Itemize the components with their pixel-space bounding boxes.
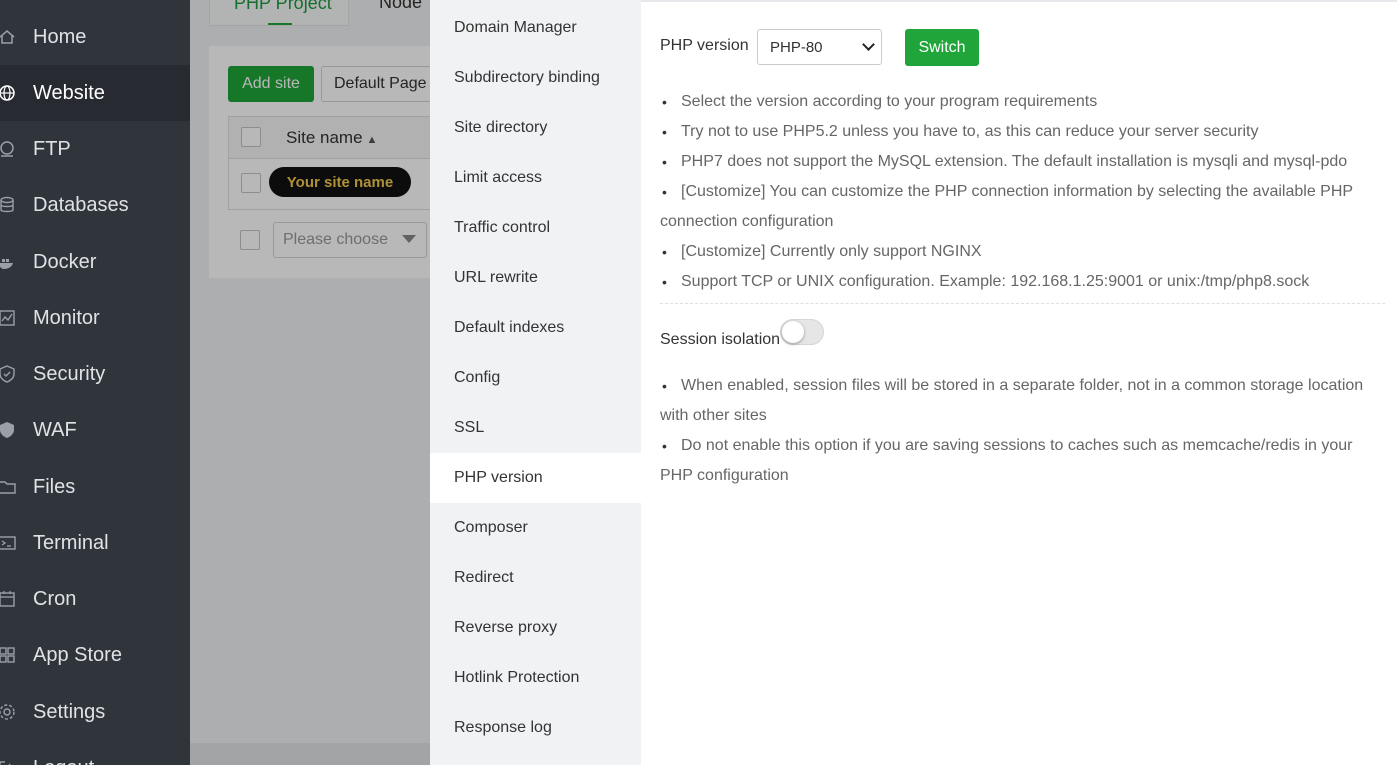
monitor-icon [0,307,18,329]
sidebar-item-website[interactable]: Website [0,65,190,121]
database-icon [0,194,18,216]
menu-item-redirect[interactable]: Redirect [430,553,641,603]
globe-icon [0,82,18,104]
sidebar-item-label: Monitor [33,306,100,329]
docker-icon [0,251,18,273]
sidebar-item-label: Files [33,475,76,498]
gear-icon [0,701,18,723]
menu-item-subdirectory-binding[interactable]: Subdirectory binding [430,53,641,103]
terminal-icon [0,532,18,554]
sidebar-item-label: Terminal [33,531,109,554]
sidebar-item-databases[interactable]: Databases [0,177,190,233]
sidebar-item-home[interactable]: Home [0,9,190,65]
menu-item-traffic-control[interactable]: Traffic control [430,203,641,253]
sidebar-item-label: FTP [33,137,71,160]
sidebar-item-label: WAF [33,418,77,441]
sidebar-item-label: Security [33,362,106,385]
sidebar-item-label: Docker [33,250,97,273]
sidebar-item-label: Settings [33,700,106,723]
sidebar-item-label: App Store [33,643,122,666]
ftp-icon [0,138,18,160]
session-isolation-toggle[interactable] [780,319,824,345]
menu-item-response-log[interactable]: Response log [430,703,641,753]
sidebar-item-app-store[interactable]: App Store [0,627,190,683]
sidebar-item-label: Home [33,25,87,48]
menu-item-php-version[interactable]: PHP version [430,453,641,503]
sidebar-item-ftp[interactable]: FTP [0,121,190,177]
sidebar-item-cron[interactable]: Cron [0,571,190,627]
sidebar-item-docker[interactable]: Docker [0,234,190,290]
tip-item: Support TCP or UNIX configuration. Examp… [660,267,1380,297]
tip-item: [Customize] You can customize the PHP co… [660,177,1380,237]
php-version-selected: PHP-80 [770,38,823,56]
sidebar-item-settings[interactable]: Settings [0,684,190,740]
chevron-down-icon [862,38,875,51]
toggle-knob [782,321,804,343]
sidebar-item-logout[interactable]: Logout [0,740,190,765]
menu-item-composer[interactable]: Composer [430,503,641,553]
php-version-label: PHP version [660,37,749,54]
menu-item-domain-manager[interactable]: Domain Manager [430,3,641,53]
site-settings-menu: Domain Manager Subdirectory binding Site… [430,0,641,765]
sidebar-item-label: Cron [33,587,77,610]
tip-item: PHP7 does not support the MySQL extensio… [660,147,1380,177]
home-icon [0,26,18,48]
sidebar-item-label: Databases [33,193,129,216]
logout-icon [0,757,18,765]
tip-item: When enabled, session files will be stor… [660,371,1380,431]
tip-item: [Customize] Currently only support NGINX [660,237,1380,267]
session-isolation-tips: When enabled, session files will be stor… [660,371,1380,491]
sidebar-item-security[interactable]: Security [0,346,190,402]
php-version-panel: PHP version PHP-80 Switch Select the ver… [641,0,1397,765]
sidebar-item-label: Logout [33,757,94,765]
menu-item-site-directory[interactable]: Site directory [430,103,641,153]
session-isolation-label: Session isolation [660,331,781,348]
main-sidebar: Home Website FTP Databases Docker Monito… [0,0,190,765]
calendar-icon [0,588,18,610]
shield-icon [0,363,18,385]
sidebar-item-files[interactable]: Files [0,459,190,515]
section-divider [660,303,1385,304]
php-version-select[interactable]: PHP-80 [757,29,882,65]
menu-item-reverse-proxy[interactable]: Reverse proxy [430,603,641,653]
sidebar-item-waf[interactable]: WAF [0,402,190,458]
menu-item-ssl[interactable]: SSL [430,403,641,453]
tip-item: Do not enable this option if you are sav… [660,431,1380,491]
menu-item-hotlink-protection[interactable]: Hotlink Protection [430,653,641,703]
switch-button[interactable]: Switch [905,29,979,66]
sidebar-item-label: Website [33,81,105,104]
sidebar-item-terminal[interactable]: Terminal [0,515,190,571]
tip-item: Select the version according to your pro… [660,87,1380,117]
modal-overlay[interactable] [190,0,430,765]
grid-icon [0,644,18,666]
php-version-tips: Select the version according to your pro… [660,87,1380,297]
menu-item-config[interactable]: Config [430,353,641,403]
sidebar-item-monitor[interactable]: Monitor [0,290,190,346]
menu-item-limit-access[interactable]: Limit access [430,153,641,203]
menu-item-default-indexes[interactable]: Default indexes [430,303,641,353]
menu-item-url-rewrite[interactable]: URL rewrite [430,253,641,303]
folder-icon [0,476,18,498]
tip-item: Try not to use PHP5.2 unless you have to… [660,117,1380,147]
waf-shield-icon [0,419,18,441]
